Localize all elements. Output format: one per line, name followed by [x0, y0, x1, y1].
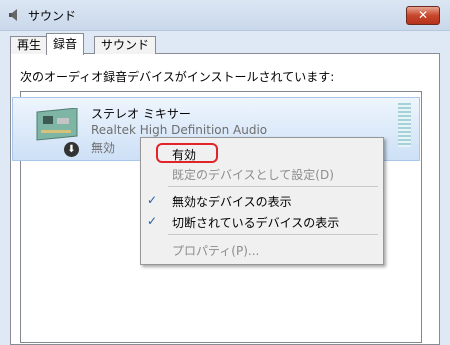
tab-sounds[interactable]: サウンド [94, 36, 157, 54]
tab-playback[interactable]: 再生 [10, 36, 49, 54]
title-bar: サウンド ✕ [0, 0, 450, 31]
disabled-arrow-icon: ⬇ [64, 142, 79, 157]
device-name: ステレオ ミキサー [91, 107, 191, 121]
menu-item-show-disabled[interactable]: 無効なデバイスの表示 [172, 193, 292, 210]
device-description: Realtek High Definition Audio [91, 123, 268, 137]
level-meter [398, 103, 411, 147]
speaker-icon [9, 9, 17, 21]
menu-item-set-default[interactable]: 既定のデバイスとして設定(D) [172, 166, 334, 183]
menu-separator [168, 186, 378, 187]
recording-heading: 次のオーディオ録音デバイスがインストールされています: [20, 70, 335, 84]
device-status: 無効 [91, 141, 116, 155]
menu-item-show-disconnected[interactable]: 切断されているデバイスの表示 [172, 214, 339, 231]
enable-highlight [156, 143, 218, 163]
check-icon: ✓ [147, 214, 158, 228]
menu-item-properties[interactable]: プロパティ(P)... [172, 242, 259, 259]
menu-separator [168, 234, 378, 235]
close-button[interactable]: ✕ [406, 6, 440, 25]
tab-recording[interactable]: 録音 [46, 33, 85, 55]
sound-card-icon [36, 108, 78, 141]
check-icon: ✓ [147, 193, 158, 207]
window-title: サウンド [28, 9, 77, 23]
